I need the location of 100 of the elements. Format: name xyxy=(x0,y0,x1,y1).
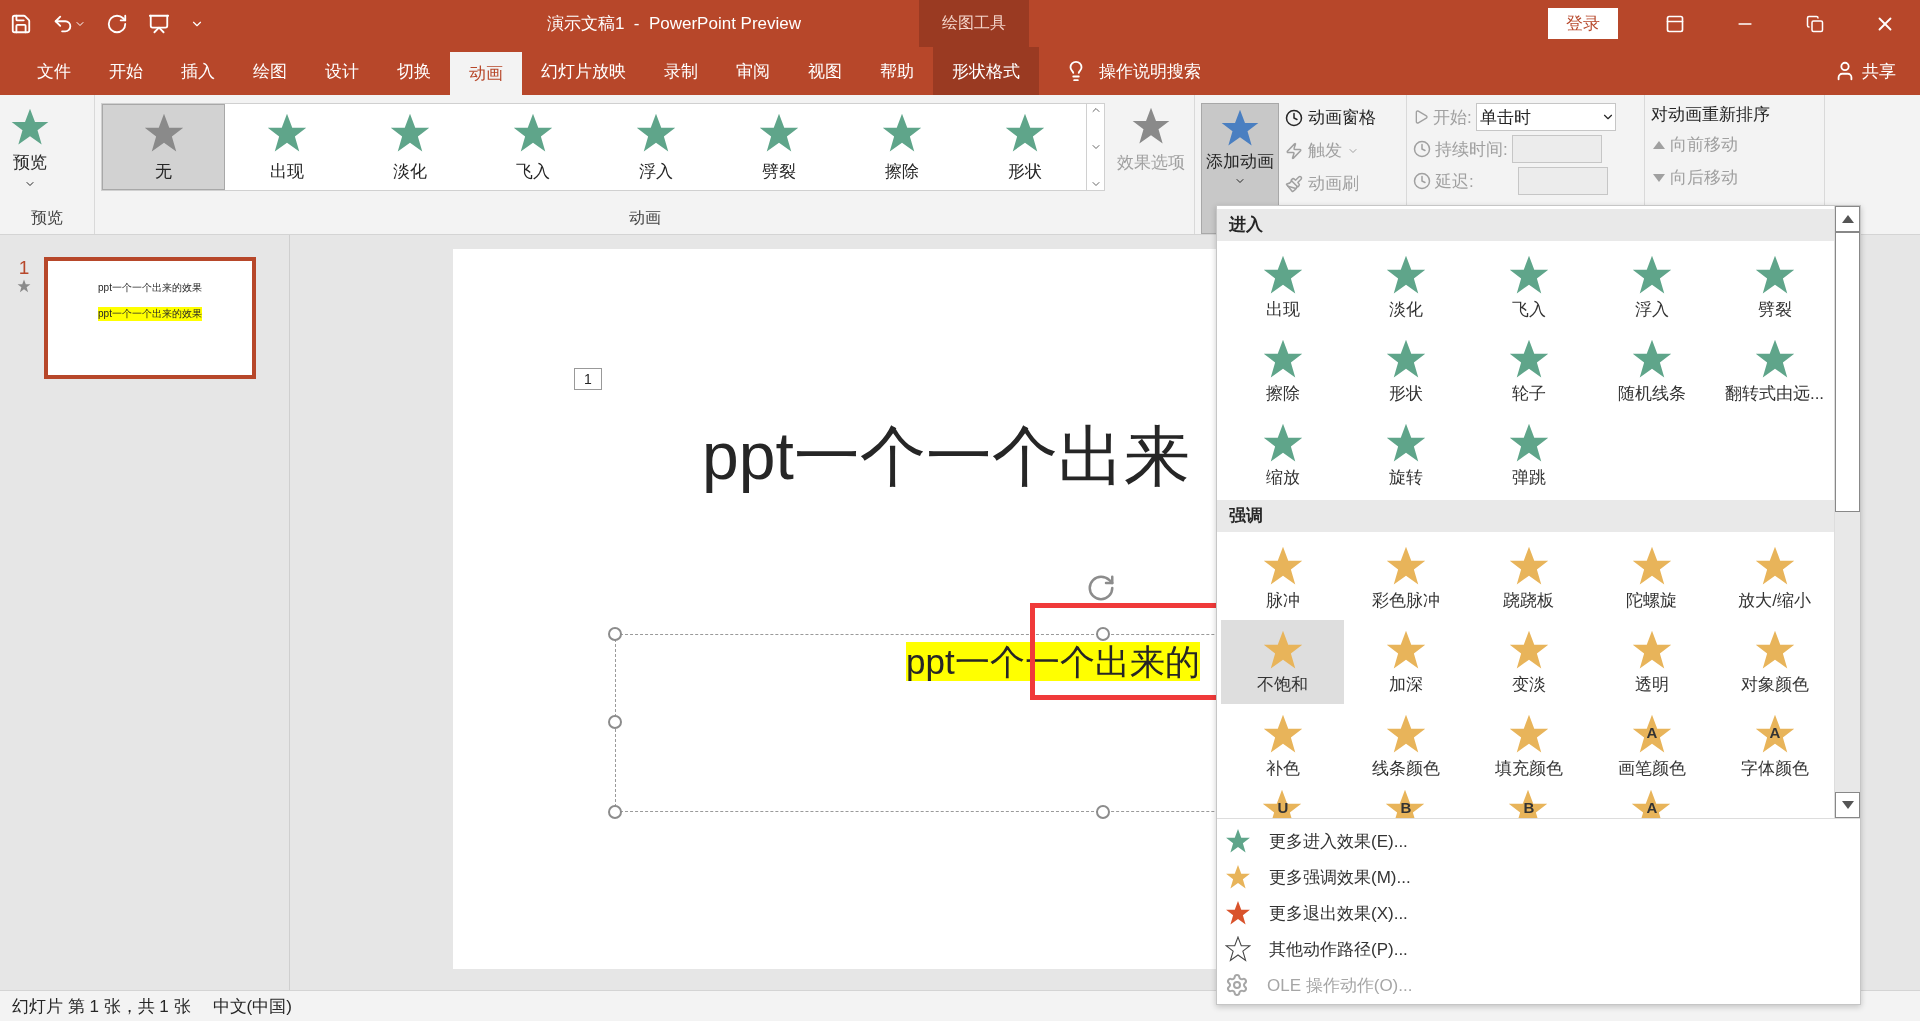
effect-option[interactable]: 缩放 xyxy=(1221,413,1344,497)
effect-option[interactable]: A 画笔颜色 xyxy=(1590,704,1713,788)
effect-option[interactable]: 脉冲 xyxy=(1221,536,1344,620)
effect-option[interactable]: 出现 xyxy=(1221,245,1344,329)
gears-icon xyxy=(1225,973,1249,997)
lightning-icon xyxy=(1285,141,1303,160)
animation-option[interactable]: 淡化 xyxy=(348,104,471,190)
resize-handle[interactable] xyxy=(608,627,622,641)
animation-option[interactable]: 无 xyxy=(102,104,225,190)
ribbon-tab[interactable]: 切换 xyxy=(378,47,450,95)
effect-option[interactable]: 对象颜色 xyxy=(1713,620,1834,704)
clock-icon xyxy=(1285,108,1303,127)
context-tab-title: 绘图工具 xyxy=(919,0,1029,47)
effect-option[interactable]: 跷跷板 xyxy=(1467,536,1590,620)
effect-option[interactable]: 补色 xyxy=(1221,704,1344,788)
effect-option[interactable]: 飞入 xyxy=(1467,245,1590,329)
menu-item[interactable]: 更多退出效果(X)... xyxy=(1217,895,1860,931)
animation-option[interactable]: 飞入 xyxy=(471,104,594,190)
resize-handle[interactable] xyxy=(1096,805,1110,819)
ribbon-tab[interactable]: 文件 xyxy=(18,47,90,95)
effect-option[interactable]: 旋转 xyxy=(1344,413,1467,497)
effect-option[interactable]: 陀螺旋 xyxy=(1590,536,1713,620)
animation-star-icon xyxy=(17,279,31,293)
ribbon-tab[interactable]: 形状格式 xyxy=(933,47,1039,95)
effect-option[interactable]: 擦除 xyxy=(1221,329,1344,413)
resize-handle[interactable] xyxy=(608,805,622,819)
effect-option[interactable]: 彩色脉冲 xyxy=(1344,536,1467,620)
ribbon-tab[interactable]: 绘图 xyxy=(234,47,306,95)
star-icon xyxy=(1220,108,1260,148)
effect-option[interactable]: 放大/缩小 xyxy=(1713,536,1834,620)
ribbon-tab[interactable]: 帮助 xyxy=(861,47,933,95)
star-icon xyxy=(1225,828,1251,854)
ribbon-tab[interactable]: 动画 xyxy=(450,52,522,95)
effect-option[interactable]: 轮子 xyxy=(1467,329,1590,413)
animation-option[interactable]: 擦除 xyxy=(840,104,963,190)
ribbon-tab[interactable]: 录制 xyxy=(645,47,717,95)
slide-number: 1 xyxy=(18,257,30,279)
group-label: 动画 xyxy=(627,208,662,228)
thumbnail-body: ppt一个一个出来的效果 xyxy=(98,307,202,321)
effect-option[interactable]: 随机线条 xyxy=(1590,329,1713,413)
play-icon xyxy=(1413,109,1429,125)
group-label: 预览 xyxy=(30,208,64,228)
reorder-title: 对动画重新排序 xyxy=(1651,104,1771,126)
delay-field[interactable] xyxy=(1517,167,1608,195)
scroll-down-icon xyxy=(1841,801,1854,809)
effect-option[interactable]: 翻转式由远... xyxy=(1713,329,1834,413)
share-button[interactable]: 共享 xyxy=(1828,47,1902,95)
animation-pane-button[interactable]: 动画窗格 xyxy=(1283,103,1378,132)
field-label: 延迟: xyxy=(1435,170,1474,193)
effect-option[interactable]: 不饱和 xyxy=(1221,620,1344,704)
animation-option[interactable]: 劈裂 xyxy=(717,104,840,190)
slide-title: ppt一个一个出来 xyxy=(702,418,1190,495)
animation-tag: 1 xyxy=(574,368,602,390)
start-dropdown[interactable]: 单击时 xyxy=(1475,103,1616,131)
scroll-up-icon xyxy=(1841,215,1854,223)
effect-option[interactable]: 淡化 xyxy=(1344,245,1467,329)
effect-option[interactable]: 浮入 xyxy=(1590,245,1713,329)
menu-item[interactable]: 更多进入效果(E)... xyxy=(1217,823,1860,859)
star-icon xyxy=(1225,864,1251,890)
ribbon-tab[interactable]: 开始 xyxy=(90,47,162,95)
effect-option[interactable]: 线条颜色 xyxy=(1344,704,1467,788)
up-triangle-icon xyxy=(1653,140,1665,149)
animation-option[interactable]: 浮入 xyxy=(594,104,717,190)
scrollbar[interactable] xyxy=(1834,206,1860,818)
tell-me-search[interactable]: 操作说明搜索 xyxy=(1059,47,1207,95)
menu-item[interactable]: 更多强调效果(M)... xyxy=(1217,859,1860,895)
rotate-handle[interactable] xyxy=(1086,573,1116,603)
slide-info: 幻灯片 第 1 张，共 1 张 xyxy=(12,995,191,1018)
section-header: 进入 xyxy=(1217,209,1834,241)
brush-icon xyxy=(1285,174,1303,193)
effect-glyph: A xyxy=(1769,723,1781,741)
animation-option[interactable]: 出现 xyxy=(225,104,348,190)
effect-glyph: A xyxy=(1646,723,1658,741)
resize-handle[interactable] xyxy=(608,715,622,729)
clock-icon xyxy=(1413,140,1431,158)
ribbon-tab[interactable]: 幻灯片放映 xyxy=(522,47,645,95)
menu-item[interactable]: 其他动作路径(P)... xyxy=(1217,931,1860,967)
animation-option[interactable]: 形状 xyxy=(963,104,1086,190)
star-play-icon xyxy=(10,107,50,147)
login-button[interactable]: 登录 xyxy=(1548,8,1618,39)
effect-option[interactable]: 劈裂 xyxy=(1713,245,1834,329)
thumbnail-title: ppt一个一个出来的效果 xyxy=(98,281,202,295)
effect-option[interactable]: 透明 xyxy=(1590,620,1713,704)
ribbon-tab[interactable]: 设计 xyxy=(306,47,378,95)
star-icon xyxy=(1225,900,1251,926)
section-header: 强调 xyxy=(1217,500,1834,532)
slide-thumbnail[interactable]: ppt一个一个出来的效果 ppt一个一个出来的效果 xyxy=(44,257,256,379)
ribbon-tab[interactable]: 视图 xyxy=(789,47,861,95)
resize-handle[interactable] xyxy=(1096,627,1110,641)
star-icon xyxy=(1131,106,1171,146)
preview-button[interactable]: 预览 xyxy=(6,103,54,204)
effect-glyph: B xyxy=(1523,799,1535,816)
language-indicator[interactable]: 中文(中国) xyxy=(212,994,292,1018)
ribbon-tab[interactable]: 审阅 xyxy=(717,47,789,95)
duration-field[interactable] xyxy=(1511,135,1602,163)
ribbon-tab[interactable]: 插入 xyxy=(162,47,234,95)
clock-icon xyxy=(1413,172,1431,190)
effect-option[interactable]: 弹跳 xyxy=(1467,413,1590,497)
effect-option[interactable]: 形状 xyxy=(1344,329,1467,413)
field-label: 持续时间: xyxy=(1435,138,1508,161)
